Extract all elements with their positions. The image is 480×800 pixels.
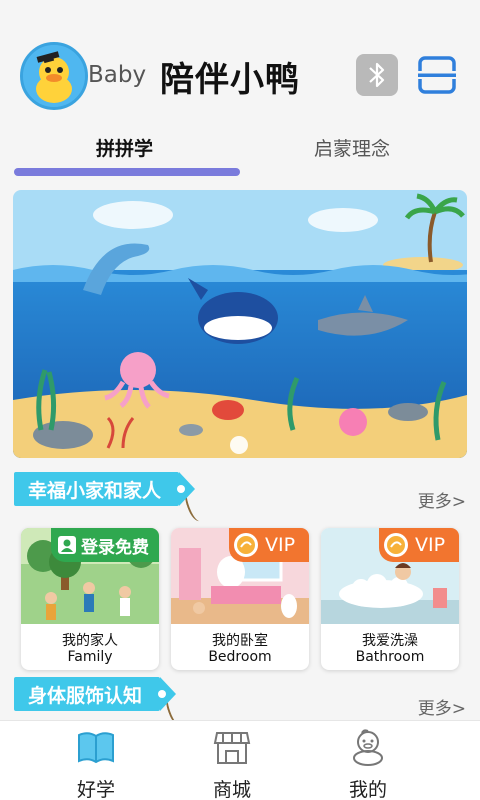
card-title-en: Bedroom [208, 649, 272, 665]
more-link[interactable]: 更多> [418, 487, 466, 512]
card-title-cn: 我爱洗澡 [362, 633, 418, 649]
free-login-badge: 登录免费 [51, 528, 159, 562]
nav-label: 商城 [212, 779, 251, 800]
tab-active-indicator [14, 168, 240, 176]
bluetooth-icon [369, 62, 385, 88]
badge-label: VIP [415, 534, 446, 556]
scan-button[interactable] [416, 54, 458, 96]
card-bathroom[interactable]: VIP 我爱洗澡 Bathroom [321, 528, 459, 670]
avatar[interactable] [20, 42, 88, 110]
card-title-en: Family [67, 649, 113, 665]
user-icon [58, 536, 76, 554]
shop-icon [213, 732, 251, 764]
nav-item-haoxue[interactable]: 好学 [46, 721, 146, 800]
vip-badge: VIP [229, 528, 309, 562]
vip-coin-icon [234, 533, 258, 557]
section-tag-family: 幸福小家和家人 [14, 472, 207, 524]
badge-label: VIP [265, 534, 296, 556]
more-link[interactable]: 更多> [418, 694, 466, 719]
tab-pinpinxue[interactable]: 拼拼学 [96, 134, 153, 161]
badge-label: 登录免费 [81, 537, 149, 558]
vip-badge: VIP [379, 528, 459, 562]
card-family[interactable]: 登录免费 我的家人 Family [21, 528, 159, 670]
card-title-cn: 我的卧室 [212, 633, 268, 649]
brand-label: Baby [88, 62, 147, 88]
tag-hole [158, 690, 167, 698]
section-title: 身体服饰认知 [28, 684, 143, 707]
bottom-nav: 好学 商城 我的 [0, 720, 480, 800]
card-bedroom[interactable]: VIP 我的卧室 Bedroom [171, 528, 309, 670]
book-icon [78, 732, 114, 764]
section-title: 幸福小家和家人 [28, 479, 162, 502]
nav-item-wode[interactable]: 我的 [318, 721, 418, 800]
tag-hole [177, 485, 186, 493]
app-page: Baby 陪伴小鸭 拼拼学 启蒙理念 幸福小家和家人 更多> 登录免费 我的家人… [0, 0, 480, 800]
nav-item-shangcheng[interactable]: 商城 [182, 721, 282, 800]
duck-icon [353, 729, 383, 766]
nav-label: 好学 [76, 779, 115, 800]
nav-label: 我的 [348, 779, 387, 800]
tag-string [181, 486, 207, 524]
scan-icon [418, 56, 456, 94]
tab-qimeng-linian[interactable]: 启蒙理念 [314, 134, 390, 161]
vip-coin-icon [384, 533, 408, 557]
card-title-en: Bathroom [355, 649, 425, 665]
banner-pager-dot[interactable] [230, 436, 248, 454]
header: Baby 陪伴小鸭 [0, 0, 480, 118]
ocean-illustration [13, 190, 467, 458]
section-tag-body-clothing: 身体服饰认知 [14, 677, 188, 729]
app-title: 陪伴小鸭 [160, 60, 300, 100]
bluetooth-button[interactable] [356, 54, 398, 96]
category-tabs: 拼拼学 启蒙理念 [0, 128, 480, 178]
duck-avatar-icon [23, 45, 85, 107]
ocean-banner[interactable] [13, 190, 467, 458]
card-title-cn: 我的家人 [62, 633, 118, 649]
